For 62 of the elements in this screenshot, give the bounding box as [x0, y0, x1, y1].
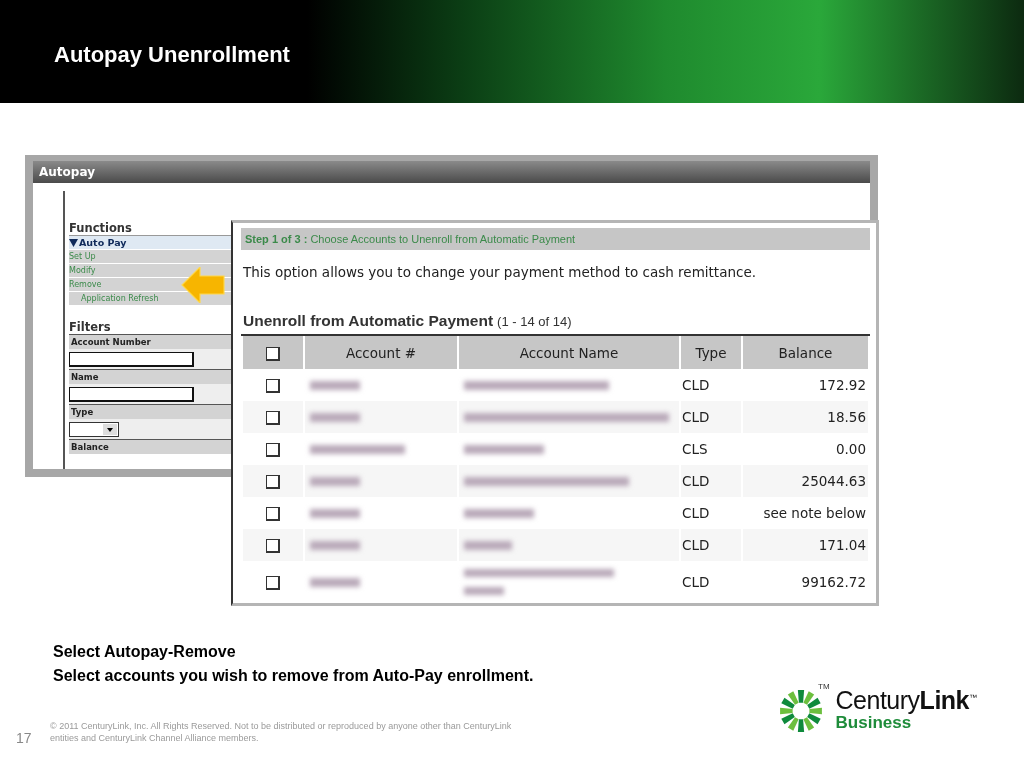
dropdown[interactable] — [69, 422, 119, 437]
table-title: Unenroll from Automatic Payment — [243, 312, 494, 330]
table-cell: CLD — [682, 574, 710, 590]
input-field[interactable] — [69, 387, 194, 402]
table-cell: 18.56 — [827, 409, 866, 425]
blurred-text — [464, 540, 512, 550]
menu-group[interactable]: Auto Pay — [69, 235, 233, 249]
table-cell: CLD — [682, 473, 710, 489]
checkbox[interactable] — [266, 379, 280, 393]
table-cell: CLD — [682, 377, 710, 393]
table-cell: 171.04 — [818, 537, 866, 553]
blurred-text — [310, 380, 360, 390]
column-header: Account Name — [459, 336, 679, 369]
blurred-text — [464, 508, 534, 518]
column-header: Account # — [305, 336, 457, 369]
blurred-text — [310, 540, 360, 550]
instruction-text: Select accounts you wish to remove from Auto-Pay enrollment. — [53, 666, 534, 686]
checkbox[interactable] — [266, 507, 280, 521]
checkbox[interactable] — [266, 576, 280, 590]
panel-header: Autopay — [33, 161, 870, 183]
table-cell: CLS — [682, 441, 708, 457]
table-cell: 25044.63 — [801, 473, 866, 489]
column-header: Type — [681, 336, 741, 369]
menu-item[interactable]: Modify — [69, 263, 233, 277]
checkbox[interactable] — [266, 346, 280, 361]
checkbox[interactable] — [266, 411, 280, 425]
step-text: Step 1 of 3 : Choose Accounts to Unenroll from Automatic Payment — [245, 233, 576, 245]
blurred-text — [310, 577, 360, 587]
copyright-text: © 2011 CenturyLink, Inc. All Rights Reserved. Not to be distributed or reproduced by anyone other than CenturyLink entities and CenturyLink Channel Alliance members. — [50, 720, 513, 744]
menu-item[interactable]: Application Refresh — [69, 291, 233, 305]
input-field[interactable] — [69, 352, 194, 367]
instruction-text: Select Autopay-Remove — [53, 642, 237, 662]
trademark-text: TM — [818, 682, 830, 691]
table-cell: CLD — [682, 505, 710, 521]
checkbox[interactable] — [266, 443, 280, 457]
blurred-text — [310, 476, 360, 486]
table-cell: CLD — [682, 409, 710, 425]
menu-item[interactable]: Set Up — [69, 249, 233, 263]
table-cell: 99162.72 — [801, 574, 866, 590]
filter-label: Name — [69, 369, 233, 384]
blurred-text — [310, 508, 360, 518]
logo-text: CenturyLink$^{™}$ — [835, 686, 977, 715]
column-header: Balance — [743, 336, 868, 369]
logo-icon — [778, 688, 824, 734]
triangle-icon — [69, 238, 78, 247]
filter-label: Type — [69, 404, 233, 419]
checkbox[interactable] — [266, 475, 280, 489]
table-cell: see note below — [763, 505, 866, 521]
checkbox[interactable] — [266, 539, 280, 553]
functions-heading: Functions — [69, 221, 133, 235]
intro-text: This option allows you to change your payment method to cash remittance. — [243, 264, 757, 280]
table-count: (1 - 14 of 14) — [497, 314, 572, 329]
logo-subtitle: Business — [835, 713, 912, 733]
filters-heading: Filters — [69, 320, 112, 334]
slide-title: Autopay Unenrollment — [54, 42, 290, 68]
blurred-text — [310, 412, 360, 422]
page-number: 17 — [16, 730, 32, 746]
table-cell: CLD — [682, 537, 710, 553]
table-cell: 0.00 — [835, 441, 866, 457]
filter-label: Balance — [69, 439, 233, 454]
filter-label: Account Number — [69, 334, 233, 349]
table-cell: 172.92 — [818, 377, 866, 393]
